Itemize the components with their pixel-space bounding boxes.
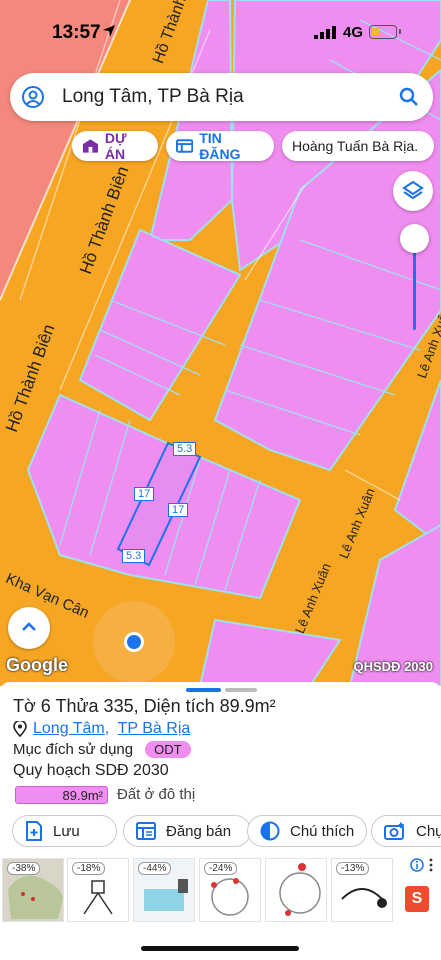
search-input[interactable]: Long Tâm, TP Bà Rịa (62, 86, 244, 108)
camera-icon (384, 822, 404, 840)
chip-agent[interactable]: Hoàng Tuấn Bà Rịa. (282, 131, 434, 161)
city-link[interactable]: TP Bà Rịa (118, 720, 191, 738)
save-label: Lưu (53, 822, 80, 840)
land-purpose-row: Mục đích sử dụng ODT (13, 741, 191, 758)
discount-badge: -38% (7, 862, 41, 875)
home-indicator (141, 946, 299, 951)
status-bar: 13:57 4G (0, 0, 441, 64)
expand-up-button[interactable] (8, 607, 50, 649)
dimension-label: 17 (134, 487, 155, 501)
search-bar[interactable]: Long Tâm, TP Bà Rịa (10, 73, 433, 121)
chip-du-an[interactable]: DỰ ÁN (72, 130, 158, 162)
legend-button[interactable]: Chú thích (247, 815, 367, 847)
ward-link[interactable]: Long Tâm (33, 720, 105, 738)
save-plus-icon (26, 821, 42, 841)
dimension-label: 17 (168, 503, 189, 517)
more-vertical-icon[interactable] (428, 858, 434, 872)
legend-icon (260, 821, 280, 841)
area-color-bar: 89.9m² (15, 786, 108, 804)
plan-title: Quy hoạch SDĐ 2030 (13, 762, 169, 779)
location-arrow-icon (103, 25, 115, 37)
map-pin-icon (13, 721, 27, 737)
ad-item[interactable]: -18% (67, 858, 129, 922)
parcel-title: Tờ 6 Thửa 335, Diện tích 89.9m² (13, 696, 276, 716)
parcel-location: Long Tâm , TP Bà Rịa (13, 720, 190, 738)
legend-label: Chú thích (290, 822, 355, 840)
post-for-sale-button[interactable]: Đăng bán (123, 815, 251, 847)
ad-item[interactable] (265, 858, 327, 922)
discount-badge: -44% (138, 862, 172, 875)
dimension-label: 5.3 (173, 442, 197, 456)
discount-badge: -24% (204, 862, 238, 875)
product-cable-icon (266, 859, 326, 921)
ad-strip[interactable]: -38% -18% -44% -24% -13% S (0, 858, 441, 922)
building-icon (82, 139, 98, 153)
status-time: 13:57 (52, 22, 101, 43)
search-icon[interactable] (399, 87, 419, 107)
ad-item[interactable]: -44% (133, 858, 195, 922)
layers-icon (402, 180, 424, 200)
layers-button[interactable] (393, 171, 433, 211)
ad-item[interactable]: -38% (2, 858, 64, 922)
opacity-slider-track[interactable] (413, 240, 416, 330)
map-layer-label: QHSDĐ 2030 (353, 659, 433, 674)
ad-item[interactable]: -24% (199, 858, 261, 922)
discount-badge: -13% (336, 862, 370, 875)
chip-label: TIN ĐĂNG (199, 130, 241, 162)
battery-icon (369, 25, 401, 39)
network-type: 4G (343, 24, 364, 41)
page-indicator-active (186, 688, 221, 692)
google-attribution: Google (6, 655, 68, 675)
chevron-up-icon (22, 622, 36, 631)
chip-tin-dang[interactable]: TIN ĐĂNG (166, 130, 274, 162)
opacity-slider-thumb[interactable] (400, 224, 429, 253)
info-icon[interactable] (410, 858, 424, 872)
capture-button[interactable]: Chụp (371, 815, 441, 847)
parcel-info-sheet[interactable]: Tờ 6 Thửa 335, Diện tích 89.9m² Long Tâm… (0, 682, 441, 960)
chip-label: DỰ ÁN (104, 130, 127, 162)
capture-label: Chụp (416, 822, 441, 840)
page-indicator (225, 688, 257, 692)
save-button[interactable]: Lưu (12, 815, 117, 847)
dimension-label: 5.3 (122, 549, 146, 563)
ad-item[interactable]: -13% (331, 858, 393, 922)
chip-label: Hoàng Tuấn Bà Rịa. (292, 138, 419, 154)
purpose-label: Mục đích sử dụng (13, 741, 134, 758)
area-value: 89.9m² (62, 788, 103, 803)
user-circle-icon[interactable] (22, 86, 44, 108)
purpose-badge: ODT (145, 741, 191, 758)
discount-badge: -18% (72, 862, 106, 875)
listing-icon (176, 139, 194, 153)
area-type-label: Đất ở đô thị (117, 786, 196, 803)
post-listing-icon (136, 822, 156, 840)
signal-icon (314, 26, 336, 39)
sheet-pager (186, 688, 257, 692)
post-for-sale-label: Đăng bán (166, 822, 232, 840)
shopee-logo[interactable]: S (405, 886, 429, 912)
